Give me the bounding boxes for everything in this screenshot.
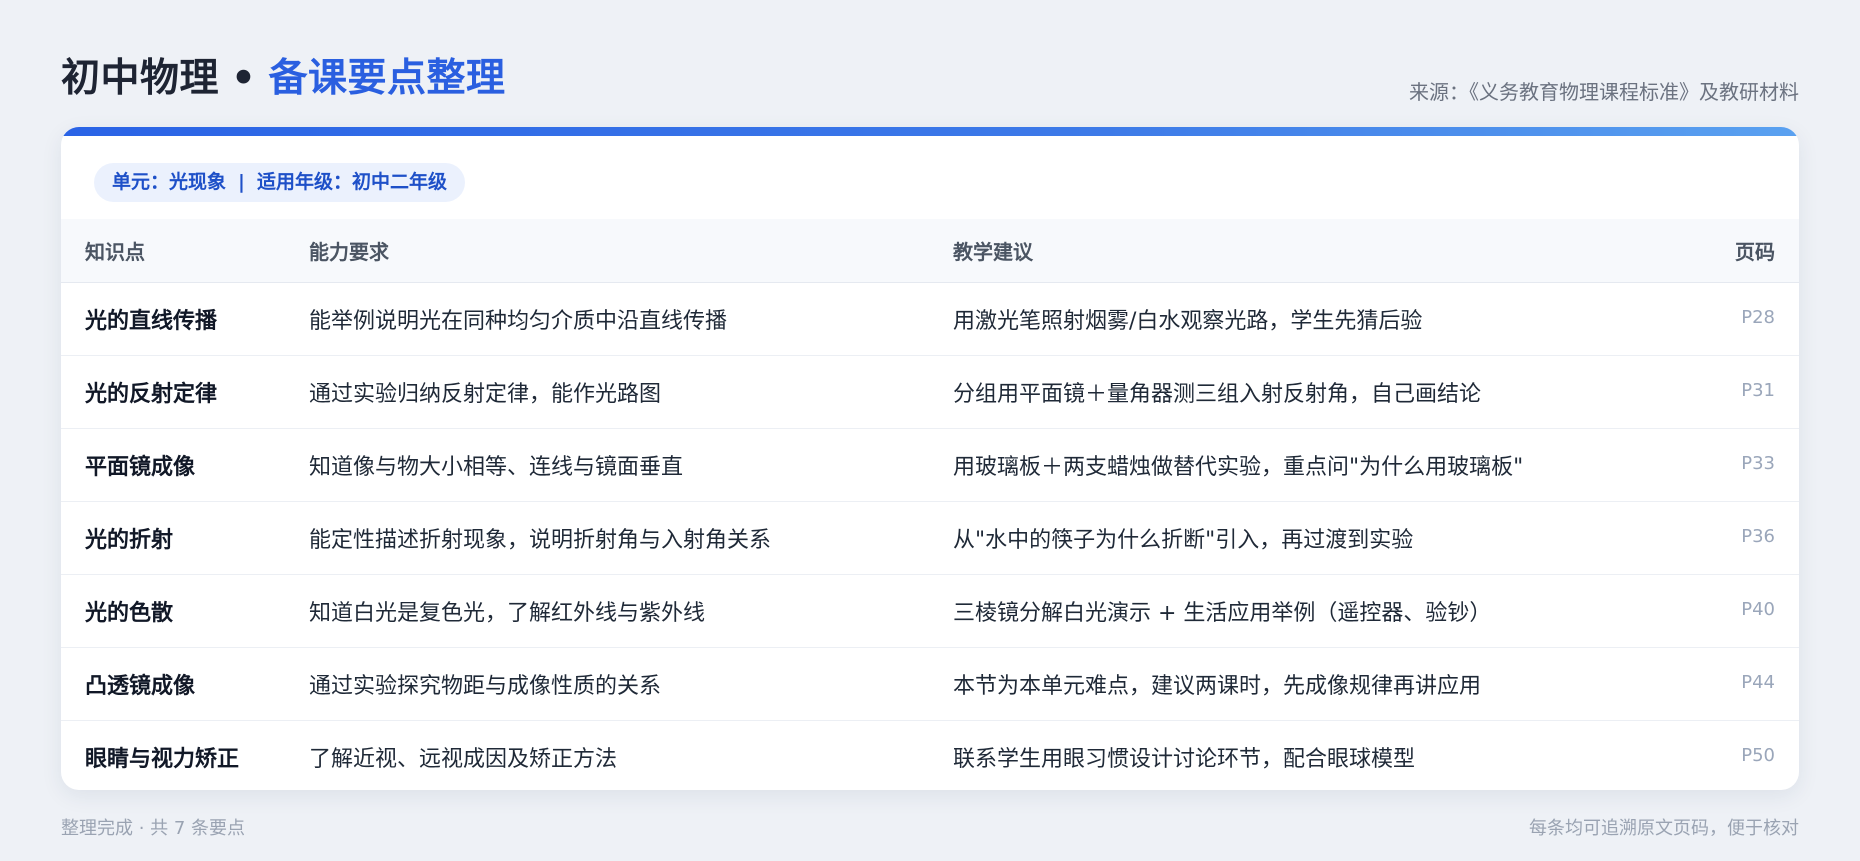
page-cell: P44 (1741, 672, 1775, 693)
topic-cell: 光的折射 (85, 528, 174, 553)
page-cell: P28 (1741, 307, 1775, 328)
unit-separator: | (238, 171, 245, 193)
suggestion-cell: 用玻璃板＋两支蜡烛做替代实验，重点问"为什么用玻璃板" (953, 455, 1524, 480)
topic-cell: 光的反射定律 (85, 382, 218, 407)
table-body: 光的直线传播 能举例说明光在同种均匀介质中沿直线传播 用激光笔照射烟雾/白水观察… (61, 283, 1799, 790)
footer-summary: 整理完成 · 共 7 条要点 (61, 818, 246, 839)
requirement-cell: 了解近视、远视成因及矫正方法 (309, 747, 618, 772)
title-dot: • (231, 56, 257, 101)
unit-badge: 单元：光现象 | 适用年级：初中二年级 (94, 163, 465, 202)
requirement-cell: 知道白光是复色光，了解红外线与紫外线 (309, 601, 706, 626)
suggestion-cell: 三棱镜分解白光演示 + 生活应用举例（遥控器、验钞） (953, 601, 1492, 626)
column-header-topic: 知识点 (85, 240, 145, 264)
requirement-cell: 能举例说明光在同种均匀介质中沿直线传播 (309, 309, 728, 334)
requirement-cell: 通过实验归纳反射定律，能作光路图 (309, 382, 662, 407)
suggestion-cell: 联系学生用眼习惯设计讨论环节，配合眼球模型 (953, 747, 1416, 772)
table-row: 光的折射 能定性描述折射现象，说明折射角与入射角关系 从"水中的筷子为什么折断"… (61, 502, 1799, 575)
table-header: 知识点 能力要求 教学建议 页码 (61, 219, 1799, 283)
topic-cell: 光的色散 (85, 601, 174, 626)
source-note: 来源：《义务教育物理课程标准》及教研材料 (1409, 80, 1799, 104)
title-accent: 备课要点整理 (268, 56, 506, 101)
card-accent-bar (61, 127, 1799, 136)
table-row: 凸透镜成像 通过实验探究物距与成像性质的关系 本节为本单元难点，建议两课时，先成… (61, 648, 1799, 721)
footer-note: 每条均可追溯原文页码，便于核对 (1529, 818, 1799, 839)
grade-label: 适用年级：初中二年级 (256, 171, 447, 193)
requirement-cell: 知道像与物大小相等、连线与镜面垂直 (309, 455, 684, 480)
requirement-cell: 通过实验探究物距与成像性质的关系 (309, 674, 662, 699)
page-cell: P36 (1741, 526, 1775, 547)
table-row: 光的反射定律 通过实验归纳反射定律，能作光路图 分组用平面镜＋量角器测三组入射反… (61, 356, 1799, 429)
topic-cell: 眼睛与视力矫正 (85, 747, 240, 772)
page-cell: P40 (1741, 599, 1775, 620)
suggestion-cell: 本节为本单元难点，建议两课时，先成像规律再讲应用 (953, 674, 1482, 699)
topic-cell: 光的直线传播 (85, 309, 218, 334)
table-row: 眼睛与视力矫正 了解近视、远视成因及矫正方法 联系学生用眼习惯设计讨论环节，配合… (61, 721, 1799, 790)
table-row: 平面镜成像 知道像与物大小相等、连线与镜面垂直 用玻璃板＋两支蜡烛做替代实验，重… (61, 429, 1799, 502)
page-cell: P33 (1741, 453, 1775, 474)
suggestion-cell: 用激光笔照射烟雾/白水观察光路，学生先猜后验 (953, 309, 1423, 334)
table-row: 光的色散 知道白光是复色光，了解红外线与紫外线 三棱镜分解白光演示 + 生活应用… (61, 575, 1799, 648)
suggestion-cell: 从"水中的筷子为什么折断"引入，再过渡到实验 (953, 528, 1414, 553)
topic-cell: 平面镜成像 (85, 455, 196, 480)
unit-label: 单元：光现象 (112, 171, 227, 193)
title-main: 初中物理 (61, 56, 220, 101)
page-cell: P50 (1741, 745, 1775, 766)
page-cell: P31 (1741, 380, 1775, 401)
column-header-requirement: 能力要求 (309, 240, 389, 264)
suggestion-cell: 分组用平面镜＋量角器测三组入射反射角，自己画结论 (953, 382, 1482, 407)
topic-cell: 凸透镜成像 (85, 674, 196, 699)
lesson-card: 单元：光现象 | 适用年级：初中二年级 知识点 能力要求 教学建议 页码 光的直线传… (61, 127, 1799, 790)
requirement-cell: 能定性描述折射现象，说明折射角与入射角关系 (309, 528, 772, 553)
page-title: 初中物理 • 备课要点整理 (61, 52, 505, 106)
column-header-suggestion: 教学建议 (953, 240, 1033, 264)
page-header: 初中物理 • 备课要点整理 来源：《义务教育物理课程标准》及教研材料 (61, 52, 1799, 106)
column-header-page: 页码 (1735, 240, 1775, 264)
table-row: 光的直线传播 能举例说明光在同种均匀介质中沿直线传播 用激光笔照射烟雾/白水观察… (61, 283, 1799, 356)
